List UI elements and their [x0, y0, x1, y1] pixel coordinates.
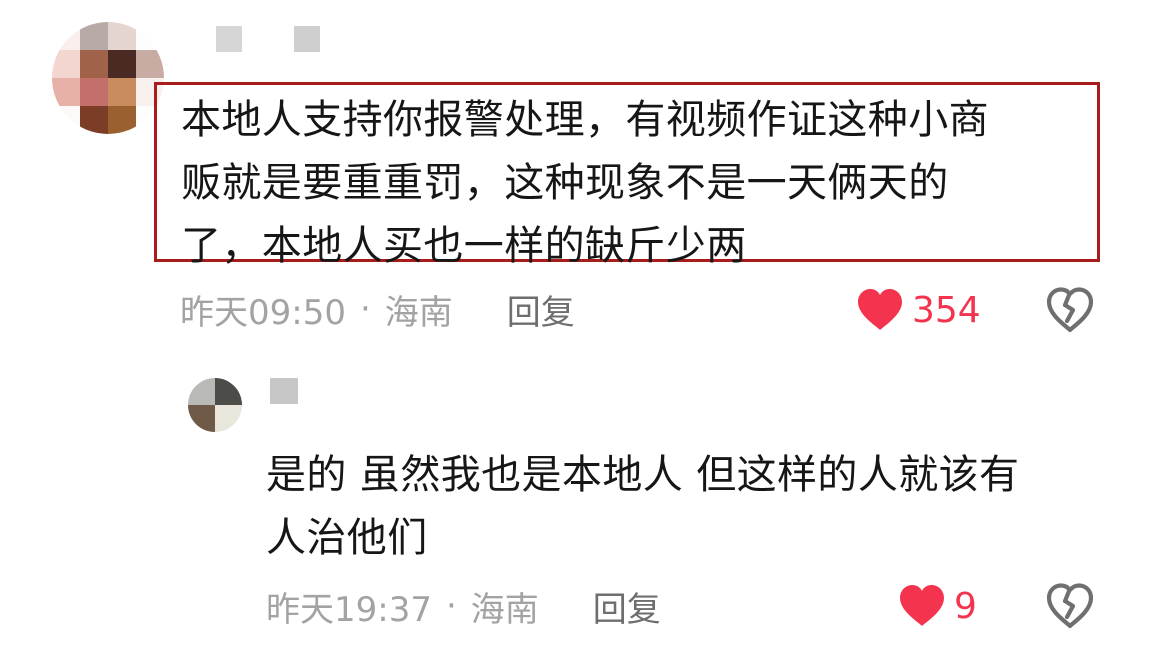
avatar-pixel [108, 78, 136, 106]
avatar[interactable] [188, 378, 242, 432]
avatar-pixel [80, 78, 108, 106]
avatar-pixel [52, 50, 80, 78]
username-pixel [270, 378, 298, 404]
avatar-pixel [188, 405, 215, 432]
avatar-pixel [136, 50, 164, 78]
like-button[interactable]: 9 [898, 582, 977, 630]
separator-dot: · [445, 586, 457, 626]
avatar-pixel [52, 106, 80, 134]
avatar-pixel [80, 50, 108, 78]
avatar-pixel [215, 405, 242, 432]
avatar-pixel [80, 22, 108, 50]
comment-meta: 昨天09:50 · 海南 回复 [180, 285, 575, 334]
separator-dot: · [359, 289, 371, 329]
username-blurred[interactable] [216, 26, 320, 52]
reply-button[interactable]: 回复 [593, 582, 661, 631]
heart-icon [900, 585, 944, 626]
avatar[interactable] [52, 22, 164, 134]
username-blurred[interactable] [270, 378, 326, 404]
avatar-pixel [52, 78, 80, 106]
avatar-pixel [108, 22, 136, 50]
avatar-pixel [188, 378, 215, 405]
comment-text: 本地人支持你报警处理，有视频作证这种小商 贩就是要重重罚，这种现象不是一天俩天的… [181, 97, 989, 269]
comment-time: 昨天09:50 [180, 292, 346, 333]
avatar-pixel [52, 22, 80, 50]
like-count: 9 [954, 585, 977, 627]
comment-meta: 昨天19:37 · 海南 回复 [266, 582, 661, 631]
avatar-pixel [80, 106, 108, 134]
heart-icon [858, 289, 902, 330]
like-count: 354 [912, 289, 981, 331]
comment-time: 昨天19:37 [266, 589, 432, 630]
avatar-pixel [108, 106, 136, 134]
username-pixel [216, 26, 242, 52]
username-pixel [268, 26, 294, 52]
broken-heart-icon[interactable] [1046, 287, 1094, 333]
avatar-pixel [136, 22, 164, 50]
comment-location: 海南 [470, 589, 539, 630]
reply-button[interactable]: 回复 [507, 285, 575, 334]
avatar-pixel [108, 50, 136, 78]
like-button[interactable]: 354 [856, 286, 981, 334]
comment-text: 是的 虽然我也是本地人 但这样的人就该有 人治他们 [266, 452, 1020, 561]
avatar-pixel [215, 378, 242, 405]
comment-location: 海南 [384, 292, 453, 333]
username-pixel [298, 378, 326, 404]
username-pixel [242, 26, 268, 52]
username-pixel [294, 26, 320, 52]
broken-heart-icon[interactable] [1046, 583, 1094, 629]
